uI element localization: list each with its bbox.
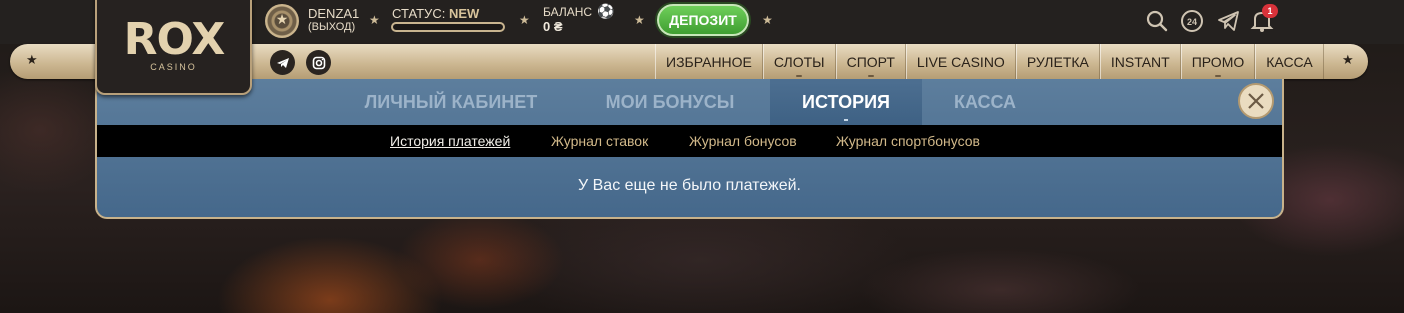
search-icon[interactable]	[1144, 8, 1170, 34]
subtab-bets-log[interactable]: Журнал ставок	[551, 133, 648, 149]
star-icon: ★	[1342, 52, 1354, 67]
panel-tabs: ЛИЧНЫЙ КАБИНЕТ МОИ БОНУСЫ ИСТОРИЯ КАССА	[97, 79, 1282, 125]
status-progress-bar	[391, 22, 505, 32]
soccer-ball-icon: ⚽	[597, 3, 615, 19]
nav-item-sport[interactable]: СПОРТ	[835, 44, 906, 79]
star-icon: ★	[369, 13, 380, 27]
telegram-icon[interactable]	[1216, 8, 1242, 34]
svg-text:24: 24	[1187, 17, 1197, 27]
logo-subtitle: CASINO	[150, 62, 197, 72]
balance-value: 0 ₴	[543, 19, 563, 34]
star-icon: ★	[519, 13, 530, 27]
tab-my-bonuses[interactable]: МОИ БОНУСЫ	[585, 79, 755, 125]
avatar-chip-icon[interactable]: ★	[265, 4, 299, 38]
nav-item-promo[interactable]: ПРОМО	[1180, 44, 1256, 79]
close-button[interactable]	[1238, 83, 1274, 119]
notification-badge: 1	[1262, 4, 1278, 18]
nav-item-instant[interactable]: INSTANT	[1099, 44, 1181, 79]
main-nav: ИЗБРАННОЕ СЛОТЫ СПОРТ LIVE CASINO РУЛЕТК…	[655, 44, 1324, 79]
nav-item-live-casino[interactable]: LIVE CASINO	[905, 44, 1016, 79]
history-subnav: История платежей Журнал ставок Журнал бо…	[97, 125, 1282, 157]
instagram-icon[interactable]	[306, 50, 331, 75]
nav-item-favorites[interactable]: ИЗБРАННОЕ	[655, 44, 763, 79]
tab-personal-account[interactable]: ЛИЧНЫЙ КАБИНЕТ	[347, 79, 555, 125]
status-label: СТАТУС:	[392, 6, 446, 21]
close-icon	[1248, 93, 1264, 109]
telegram-social-icon[interactable]	[270, 50, 295, 75]
tab-cashier[interactable]: КАССА	[935, 79, 1035, 125]
status-value: NEW	[449, 6, 480, 21]
nav-item-roulette[interactable]: РУЛЕТКА	[1015, 44, 1100, 79]
star-icon: ★	[26, 52, 38, 67]
nav-item-cashier[interactable]: КАССА	[1255, 44, 1324, 79]
account-panel: ЛИЧНЫЙ КАБИНЕТ МОИ БОНУСЫ ИСТОРИЯ КАССА …	[95, 79, 1284, 219]
star-icon: ★	[634, 13, 645, 27]
support-24-icon[interactable]: 24	[1178, 8, 1206, 34]
star-icon: ★	[762, 13, 773, 27]
deposit-button[interactable]: ДЕПОЗИТ	[657, 4, 749, 36]
subtab-payment-history[interactable]: История платежей	[390, 133, 510, 149]
logo-wordmark: ROX	[123, 14, 226, 65]
tab-history[interactable]: ИСТОРИЯ	[770, 79, 922, 125]
balance-label: БАЛАНС	[543, 5, 593, 19]
nav-item-slots[interactable]: СЛОТЫ	[762, 44, 836, 79]
empty-state-message: У Вас еще не было платежей.	[578, 177, 801, 194]
logout-link[interactable]: (ВЫХОД)	[308, 21, 355, 33]
subtab-sportbonus-log[interactable]: Журнал спортбонусов	[836, 133, 980, 149]
username[interactable]: DENZA1	[308, 6, 359, 21]
subtab-bonus-log[interactable]: Журнал бонусов	[689, 133, 797, 149]
logo[interactable]: ROX CASINO	[95, 0, 252, 95]
